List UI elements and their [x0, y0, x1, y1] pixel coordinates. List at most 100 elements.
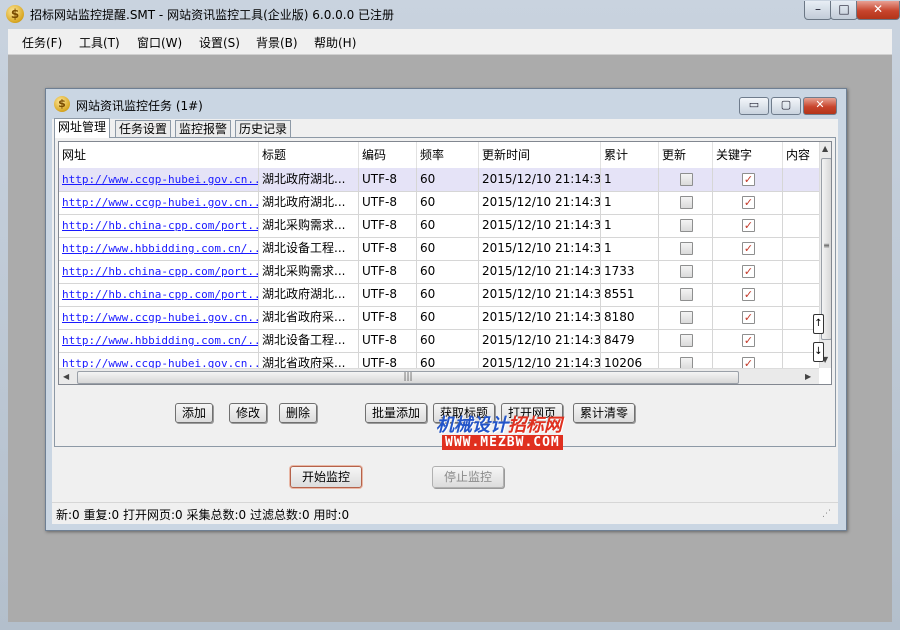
url-link[interactable]: http://hb.china-cpp.com/port... [59, 214, 259, 237]
cell-freq: 60 [417, 352, 479, 368]
vertical-scroll-thumb[interactable]: ≡ [821, 158, 831, 340]
child-close-button[interactable]: ✕ [803, 97, 837, 115]
table-row[interactable]: http://hb.china-cpp.com/port... 湖北采购需求...… [59, 260, 819, 284]
url-link[interactable]: http://hb.china-cpp.com/port... [59, 283, 259, 306]
move-down-icon[interactable]: ↓ [813, 342, 824, 362]
scroll-right-arrow[interactable]: ▶ [805, 372, 811, 381]
cell-title: 湖北省政府采... [259, 306, 359, 329]
table-row[interactable]: http://www.ccgp-hubei.gov.cn... 湖北省政府采...… [59, 306, 819, 330]
keyword-checkbox[interactable]: ✓ [742, 288, 755, 301]
table-row[interactable]: http://www.hbbidding.com.cn/... 湖北设备工程...… [59, 237, 819, 261]
column-header[interactable]: 标题 [259, 142, 359, 168]
tab-url-management[interactable]: 网址管理 [54, 118, 111, 138]
child-maximize-button[interactable]: ▢ [771, 97, 801, 115]
cell-freq: 60 [417, 237, 479, 260]
keyword-checkbox[interactable]: ✓ [742, 334, 755, 347]
keyword-checkbox[interactable]: ✓ [742, 196, 755, 209]
update-checkbox[interactable] [680, 311, 693, 324]
edit-button[interactable]: 修改 [229, 403, 267, 423]
keyword-checkbox[interactable]: ✓ [742, 242, 755, 255]
cell-content [783, 260, 819, 283]
url-link[interactable]: http://www.ccgp-hubei.gov.cn... [59, 168, 259, 191]
clear-count-button[interactable]: 累计清零 [573, 403, 635, 423]
title-bar[interactable]: $ 招标网站监控提醒.SMT - 网站资讯监控工具(企业版) 6.0.0.0 已… [0, 0, 900, 28]
column-header[interactable]: 内容 [783, 142, 823, 168]
table-row[interactable]: http://www.ccgp-hubei.gov.cn... 湖北省政府采...… [59, 352, 819, 368]
column-header[interactable]: 网址 [59, 142, 259, 168]
cell-update [659, 260, 713, 283]
url-link[interactable]: http://www.hbbidding.com.cn/... [59, 237, 259, 260]
add-button[interactable]: 添加 [175, 403, 213, 423]
update-checkbox[interactable] [680, 219, 693, 232]
tab-history[interactable]: 历史记录 [235, 120, 292, 137]
cell-title: 湖北政府湖北... [259, 168, 359, 191]
cell-time: 2015/12/10 21:14:33 [479, 283, 601, 306]
keyword-checkbox[interactable]: ✓ [742, 265, 755, 278]
start-monitor-button[interactable]: 开始监控 [290, 466, 362, 488]
table-row[interactable]: http://www.hbbidding.com.cn/... 湖北设备工程...… [59, 329, 819, 353]
url-link[interactable]: http://www.hbbidding.com.cn/... [59, 329, 259, 352]
column-header[interactable]: 累计 [601, 142, 659, 168]
column-header[interactable]: 关键字 [713, 142, 783, 168]
update-checkbox[interactable] [680, 242, 693, 255]
resize-grip-icon[interactable]: ⋰ [822, 509, 832, 519]
url-link[interactable]: http://www.ccgp-hubei.gov.cn... [59, 306, 259, 329]
update-checkbox[interactable] [680, 334, 693, 347]
scroll-left-arrow[interactable]: ◀ [63, 372, 69, 381]
update-checkbox[interactable] [680, 265, 693, 278]
move-up-icon[interactable]: ↑ [813, 314, 824, 334]
scroll-up-arrow[interactable]: ▲ [822, 144, 828, 153]
menu-task[interactable]: 任务(F) [22, 34, 62, 51]
stop-monitor-button[interactable]: 停止监控 [432, 466, 504, 488]
batch-add-button[interactable]: 批量添加 [365, 403, 427, 423]
minimize-button[interactable]: – [804, 1, 832, 20]
update-checkbox[interactable] [680, 357, 693, 368]
horizontal-scroll-thumb[interactable]: ||| [77, 371, 739, 384]
url-link[interactable]: http://www.ccgp-hubei.gov.cn... [59, 352, 259, 368]
cell-enc: UTF-8 [359, 237, 417, 260]
url-grid: 网址 标题 编码 频率 更新时间 累计 更新 关键字 内容 http://www.ccgp-hu… [58, 141, 832, 385]
table-row[interactable]: http://www.ccgp-hubei.gov.cn... 湖北政府湖北...… [59, 191, 819, 215]
table-row[interactable]: http://hb.china-cpp.com/port... 湖北采购需求...… [59, 214, 819, 238]
update-checkbox[interactable] [680, 173, 693, 186]
menu-tools[interactable]: 工具(T) [79, 34, 120, 51]
maximize-button[interactable]: □ [830, 1, 858, 20]
update-checkbox[interactable] [680, 196, 693, 209]
app-icon: $ [6, 5, 24, 23]
menu-background[interactable]: 背景(B) [256, 34, 298, 51]
tab-monitor-alarm[interactable]: 监控报警 [175, 120, 232, 137]
keyword-checkbox[interactable]: ✓ [742, 219, 755, 232]
vertical-scrollbar[interactable]: ▲ ≡ ▼ [819, 142, 831, 368]
keyword-checkbox[interactable]: ✓ [742, 311, 755, 324]
cell-enc: UTF-8 [359, 214, 417, 237]
tab-task-settings[interactable]: 任务设置 [115, 120, 172, 137]
menu-help[interactable]: 帮助(H) [314, 34, 356, 51]
column-header[interactable]: 更新 [659, 142, 713, 168]
watermark-logo: 机械设计招标网 WWW.MEZBW.COM [436, 411, 570, 455]
column-header[interactable]: 更新时间 [479, 142, 601, 168]
url-link[interactable]: http://hb.china-cpp.com/port... [59, 260, 259, 283]
table-row[interactable]: http://hb.china-cpp.com/port... 湖北政府湖北...… [59, 283, 819, 307]
cell-enc: UTF-8 [359, 283, 417, 306]
status-text: 新:0 重复:0 打开网页:0 采集总数:0 过滤总数:0 用时:0 [56, 508, 350, 522]
window-title: 招标网站监控提醒.SMT - 网站资讯监控工具(企业版) 6.0.0.0 已注册 [30, 8, 395, 22]
horizontal-scrollbar[interactable]: ◀ ||| ▶ [59, 368, 819, 384]
child-minimize-button[interactable]: ▭ [739, 97, 769, 115]
cell-enc: UTF-8 [359, 168, 417, 191]
column-header[interactable]: 编码 [359, 142, 417, 168]
url-link[interactable]: http://www.ccgp-hubei.gov.cn... [59, 191, 259, 214]
keyword-checkbox[interactable]: ✓ [742, 357, 755, 368]
table-row[interactable]: http://www.ccgp-hubei.gov.cn... 湖北政府湖北...… [59, 168, 819, 192]
menu-settings[interactable]: 设置(S) [199, 34, 240, 51]
cell-time: 2015/12/10 21:14:32 [479, 214, 601, 237]
delete-button[interactable]: 删除 [279, 403, 317, 423]
column-header[interactable]: 频率 [417, 142, 479, 168]
menu-window[interactable]: 窗口(W) [137, 34, 182, 51]
cell-update [659, 283, 713, 306]
update-checkbox[interactable] [680, 288, 693, 301]
cell-freq: 60 [417, 283, 479, 306]
keyword-checkbox[interactable]: ✓ [742, 173, 755, 186]
close-button[interactable]: ✕ [856, 1, 900, 20]
cell-freq: 60 [417, 168, 479, 191]
cell-title: 湖北省政府采... [259, 352, 359, 368]
